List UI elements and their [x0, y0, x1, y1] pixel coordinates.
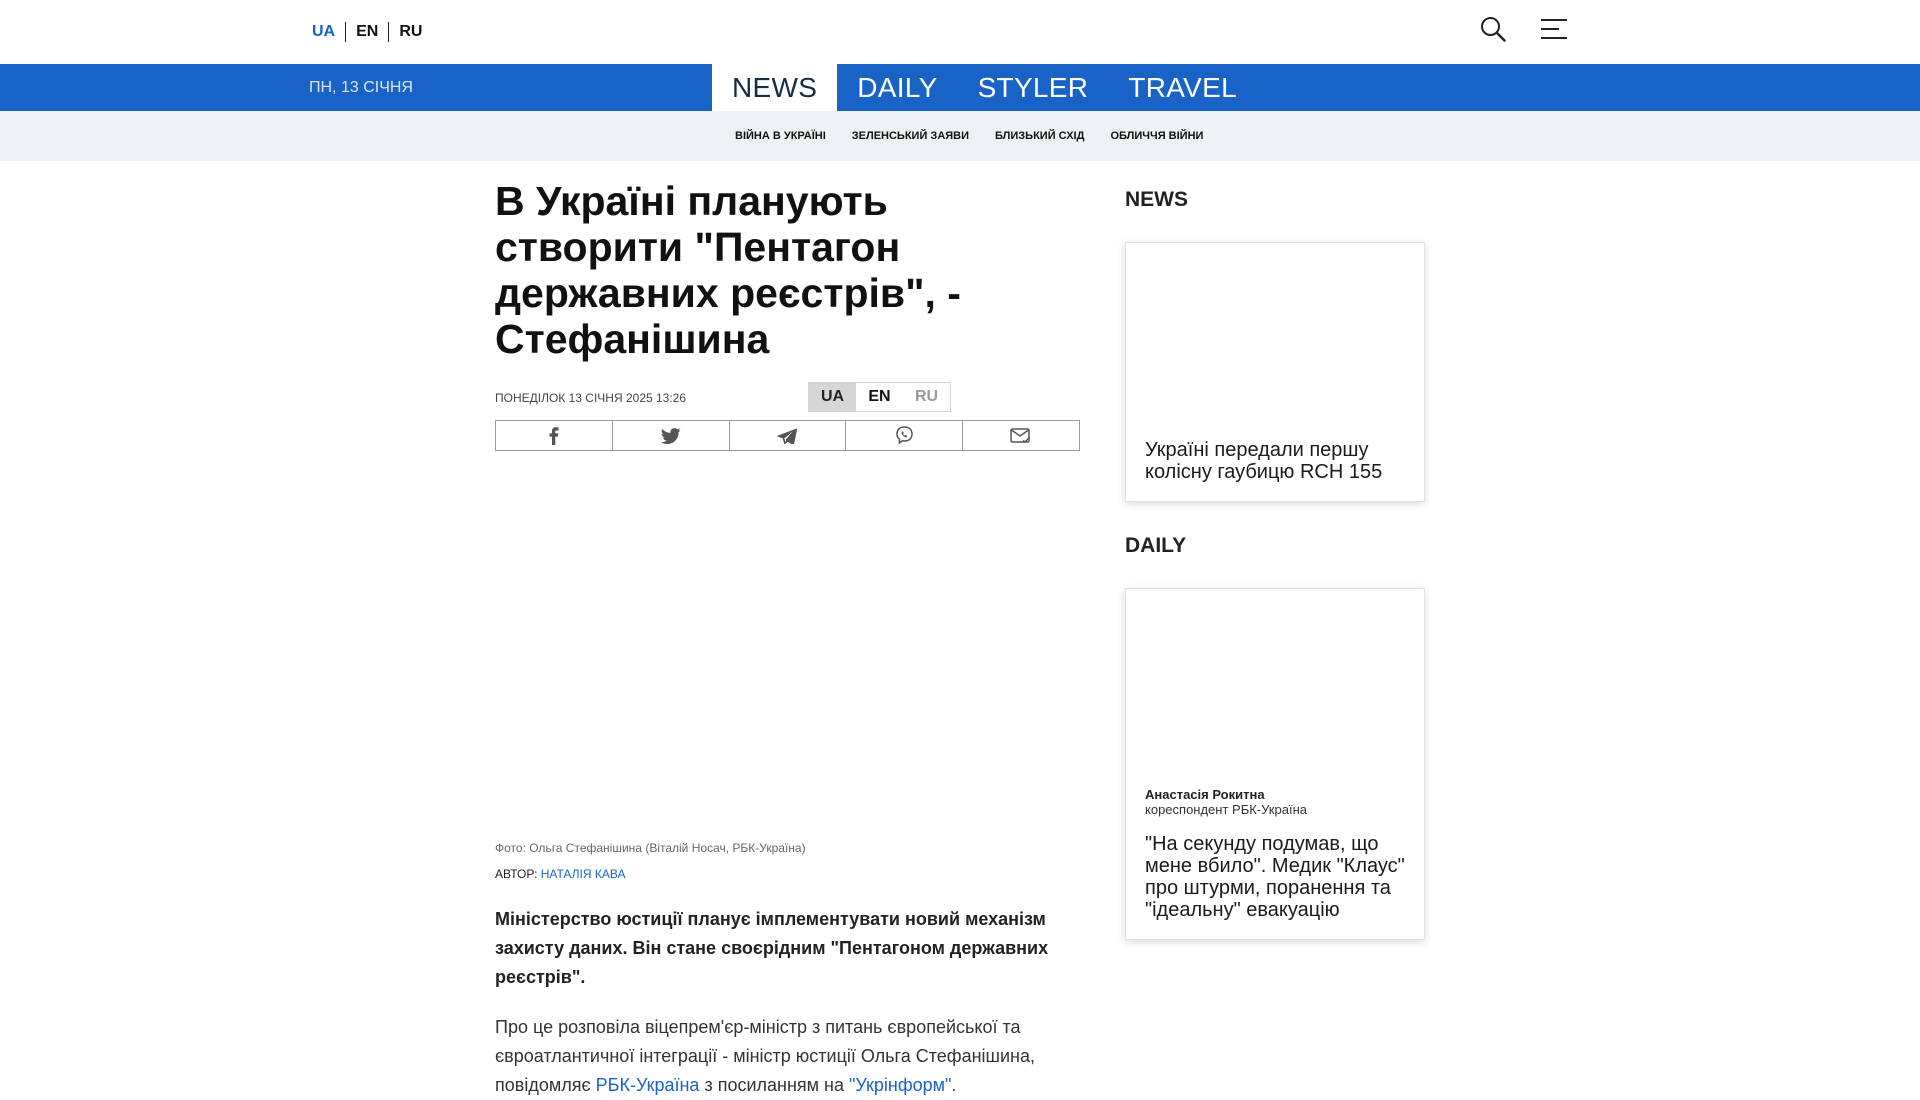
current-date: ПН, 13 СІЧНЯ — [309, 79, 413, 96]
paragraph-text: . — [951, 1075, 957, 1095]
language-switcher: UA EN RU — [312, 22, 432, 42]
source-link-rbc[interactable]: РБК-Україна — [596, 1075, 700, 1095]
news-card-image[interactable] — [1126, 243, 1424, 439]
topic-war-in-ukraine[interactable]: ВІЙНА В УКРАЇНІ — [735, 130, 826, 142]
article-lang-ua[interactable]: UA — [809, 383, 856, 411]
share-viber-button[interactable] — [845, 421, 962, 450]
author-link[interactable]: НАТАЛІЯ КАВА — [541, 867, 626, 881]
tab-styler[interactable]: STYLER — [958, 64, 1109, 111]
article-photo — [495, 451, 1080, 841]
paragraph-text: з посиланням на — [699, 1075, 849, 1095]
article-meta: ПОНЕДІЛОК 13 СІЧНЯ 2025 13:26 UA EN RU — [495, 382, 1080, 412]
article-author: АВТОР: НАТАЛІЯ КАВА — [495, 867, 1080, 881]
header-icons — [1480, 16, 1568, 42]
photo-caption: Фото: Ольга Стефанішина (Віталій Носач, … — [495, 841, 806, 855]
daily-card-author-role: кореспондент РБК-Україна — [1145, 802, 1307, 817]
top-bar: UA EN RU — [0, 0, 1920, 64]
topic-tags: ВІЙНА В УКРАЇНІ ЗЕЛЕНСЬКИЙ ЗАЯВИ БЛИЗЬКИ… — [735, 130, 1203, 142]
twitter-icon — [660, 427, 681, 444]
sidebar: NEWS Україні передали першу колісну гауб… — [1125, 188, 1425, 940]
share-facebook-button[interactable] — [496, 421, 612, 450]
tab-daily[interactable]: DAILY — [837, 64, 957, 111]
article-lead: Міністерство юстиції планує імплементува… — [495, 909, 1049, 987]
article-paragraph: Про це розповіла віцепрем'єр-міністр з п… — [495, 1013, 1080, 1100]
telegram-icon — [777, 427, 798, 444]
email-icon — [1010, 427, 1031, 443]
daily-card-author: Анастасія Рокитна — [1145, 787, 1265, 802]
share-email-button[interactable] — [962, 421, 1079, 450]
lang-en[interactable]: EN — [345, 22, 388, 42]
author-label: АВТОР: — [495, 867, 538, 881]
article-title: В Україні планують створити "Пентагон де… — [495, 178, 961, 362]
topic-zelensky-statements[interactable]: ЗЕЛЕНСЬКИЙ ЗАЯВИ — [852, 130, 969, 142]
daily-card[interactable]: Анастасія Рокитна кореспондент РБК-Украї… — [1125, 588, 1425, 940]
sidebar-daily-title[interactable]: DAILY — [1125, 534, 1425, 558]
article-lang-ru[interactable]: RU — [903, 383, 950, 411]
menu-icon[interactable] — [1540, 16, 1568, 42]
lang-ua[interactable]: UA — [312, 22, 345, 42]
topic-nav: ВІЙНА В УКРАЇНІ ЗЕЛЕНСЬКИЙ ЗАЯВИ БЛИЗЬКИ… — [0, 111, 1920, 161]
share-telegram-button[interactable] — [728, 421, 846, 450]
sidebar-news-title[interactable]: NEWS — [1125, 188, 1425, 212]
article-date: ПОНЕДІЛОК 13 СІЧНЯ 2025 13:26 — [495, 391, 687, 405]
topic-middle-east[interactable]: БЛИЗЬКИЙ СХІД — [995, 130, 1084, 142]
news-card[interactable]: Україні передали першу колісну гаубицю R… — [1125, 242, 1425, 502]
article-lang-en[interactable]: EN — [856, 383, 903, 411]
tab-travel[interactable]: TRAVEL — [1108, 64, 1257, 111]
section-tabs: NEWS DAILY STYLER TRAVEL — [712, 64, 1257, 111]
news-card-headline[interactable]: Україні передали першу колісну гаубицю R… — [1126, 439, 1424, 501]
share-bar — [495, 420, 1080, 451]
topic-faces-of-war[interactable]: ОБЛИЧЧЯ ВІЙНИ — [1110, 130, 1203, 142]
daily-card-headline[interactable]: "На секунду подумав, що мене вбило". Мед… — [1126, 833, 1424, 939]
search-icon[interactable] — [1480, 16, 1506, 42]
tab-news[interactable]: NEWS — [712, 64, 838, 111]
facebook-icon — [549, 426, 559, 445]
main-nav: ПН, 13 СІЧНЯ NEWS DAILY STYLER TRAVEL — [0, 64, 1920, 111]
viber-icon — [896, 426, 913, 445]
daily-card-image[interactable] — [1126, 589, 1424, 787]
article-language-switcher: UA EN RU — [808, 382, 951, 412]
share-twitter-button[interactable] — [611, 421, 729, 450]
source-link-ukrinform[interactable]: "Укрінформ" — [849, 1075, 951, 1095]
lang-ru[interactable]: RU — [388, 22, 432, 42]
article: В Україні планують створити "Пентагон де… — [495, 178, 1080, 1100]
